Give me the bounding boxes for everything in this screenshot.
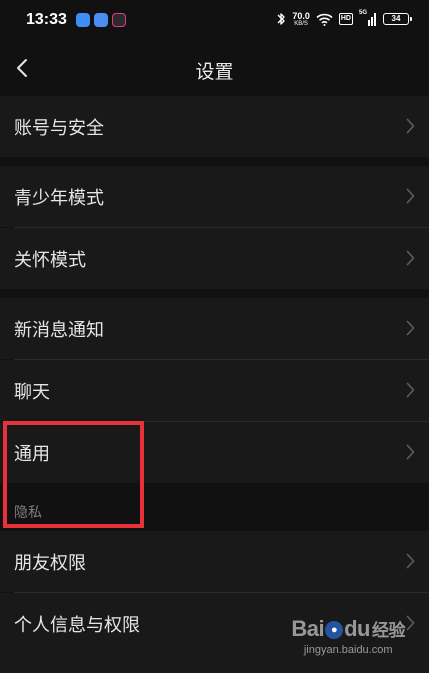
bluetooth-icon bbox=[277, 13, 286, 25]
settings-item-label: 通用 bbox=[14, 444, 50, 465]
chevron-right-icon bbox=[406, 250, 415, 266]
notification-app-icons bbox=[76, 13, 126, 27]
settings-item-label: 个人信息与权限 bbox=[14, 615, 140, 636]
nav-bar: 设置 bbox=[0, 40, 429, 96]
settings-item-new-message-notify[interactable]: 新消息通知 bbox=[0, 298, 429, 359]
signal-bars-icon bbox=[368, 13, 376, 26]
watermark-brand: Bai bbox=[291, 616, 325, 641]
chevron-right-icon bbox=[406, 615, 415, 631]
page-title: 设置 bbox=[195, 61, 234, 83]
app-notification-icon bbox=[76, 13, 90, 27]
network-speed: 70.0 KB/S bbox=[292, 10, 310, 27]
battery-icon: 34 bbox=[383, 13, 412, 25]
settings-item-friend-permissions[interactable]: 朋友权限 bbox=[0, 531, 429, 592]
status-indicators: 70.0 KB/S HD 5G 34 bbox=[276, 10, 412, 27]
settings-item-label: 聊天 bbox=[14, 382, 50, 403]
app-notification-icon bbox=[94, 13, 108, 27]
chevron-right-icon bbox=[406, 118, 415, 134]
settings-item-label: 新消息通知 bbox=[14, 320, 104, 341]
watermark-brand-suffix: du bbox=[344, 616, 370, 641]
settings-item-care-mode[interactable]: 关怀模式 bbox=[0, 228, 429, 289]
chevron-right-icon bbox=[406, 444, 415, 460]
tiktok-icon bbox=[112, 13, 126, 27]
status-time: 13:33 bbox=[26, 11, 67, 28]
battery-level: 34 bbox=[391, 14, 401, 23]
network-speed-value: 70.0 bbox=[292, 10, 310, 21]
settings-item-label: 青少年模式 bbox=[14, 188, 104, 209]
settings-item-label: 朋友权限 bbox=[14, 553, 86, 574]
section-header-label: 隐私 bbox=[14, 505, 42, 521]
section-header-privacy: 隐私 bbox=[0, 483, 429, 529]
cell-signal: 5G bbox=[359, 10, 377, 26]
status-bar: 13:33 70.0 KB/S HD 5G 34 bbox=[0, 0, 429, 40]
chevron-right-icon bbox=[406, 320, 415, 336]
chevron-right-icon bbox=[406, 188, 415, 204]
settings-item-label: 账号与安全 bbox=[14, 118, 104, 139]
network-speed-unit: KB/S bbox=[294, 20, 308, 27]
settings-item-chat[interactable]: 聊天 bbox=[0, 360, 429, 421]
baidu-paw-icon: ● bbox=[325, 621, 344, 640]
baidu-jingyan-watermark: Bai ● du 经验 jingyan.baidu.com bbox=[291, 616, 405, 656]
settings-item-teen-mode[interactable]: 青少年模式 bbox=[0, 166, 429, 227]
settings-item-general[interactable]: 通用 bbox=[0, 422, 429, 483]
chevron-right-icon bbox=[406, 553, 415, 569]
watermark-url: jingyan.baidu.com bbox=[303, 644, 393, 656]
settings-item-account-security[interactable]: 账号与安全 bbox=[0, 96, 429, 157]
wifi-icon bbox=[316, 13, 333, 26]
watermark-cn: 经验 bbox=[372, 621, 406, 641]
settings-item-label: 关怀模式 bbox=[14, 250, 86, 271]
hd-badge: HD bbox=[338, 13, 353, 25]
watermark-logo: Bai ● du 经验 bbox=[291, 616, 405, 642]
chevron-right-icon bbox=[406, 382, 415, 398]
